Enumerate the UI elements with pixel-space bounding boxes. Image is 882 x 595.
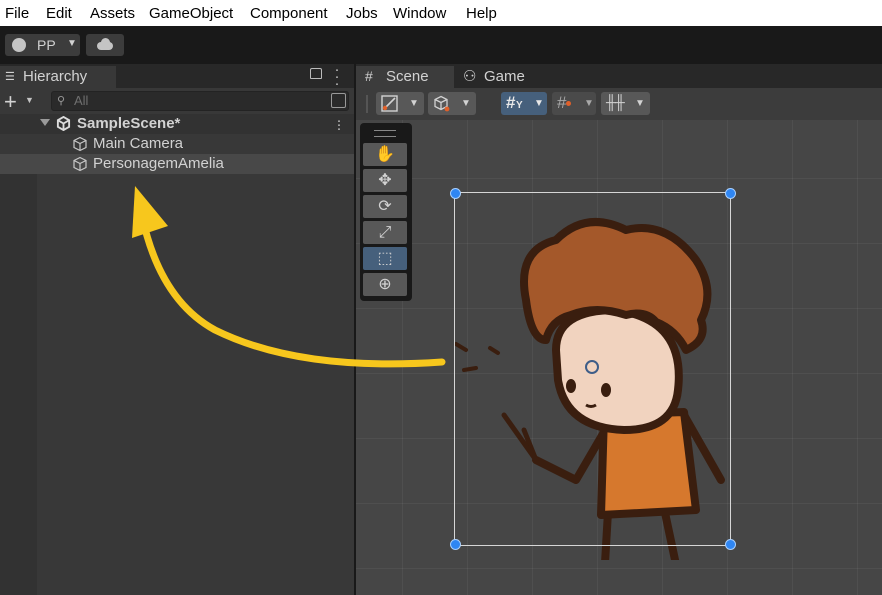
annotation-arrow xyxy=(132,186,446,368)
